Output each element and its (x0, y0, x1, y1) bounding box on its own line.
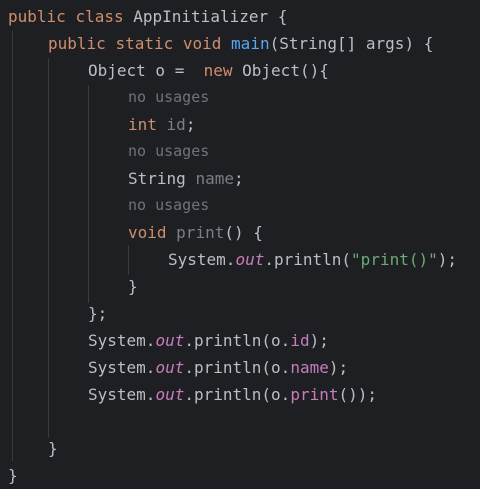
system-ref: System. (88, 358, 156, 377)
keyword: int (128, 115, 157, 134)
indent-guide (48, 58, 49, 438)
keyword: void (128, 223, 167, 242)
brace: }; (88, 304, 108, 323)
keyword: class (75, 7, 124, 26)
usage-hint[interactable]: no usages (128, 84, 209, 111)
indent-guide (128, 245, 129, 275)
code-line-17[interactable]: } (48, 435, 58, 462)
brace: { (277, 7, 288, 26)
type-name: Object (88, 61, 146, 80)
usage-hint[interactable]: no usages (128, 192, 209, 219)
println-call: .println(o. (184, 358, 291, 377)
field-ref: id (290, 331, 310, 350)
constructor: Object(){ (232, 61, 329, 80)
code-line-3[interactable]: Object o = new Object(){ (88, 57, 329, 84)
code-line-13[interactable]: System.out.println(o.id); (88, 327, 329, 354)
code-line-11[interactable]: } (128, 273, 138, 300)
semicolon: ; (233, 169, 244, 188)
semicolon: ; (185, 115, 196, 134)
method-parens: () { (224, 223, 263, 242)
string-literal: "print()" (351, 250, 438, 269)
indent-guide (12, 31, 13, 461)
static-field: out (155, 358, 185, 377)
code-line-7[interactable]: String name; (128, 165, 244, 192)
usage-hint[interactable]: no usages (128, 138, 209, 165)
call-end: ); (328, 358, 349, 377)
class-name: AppInitializer (133, 7, 269, 26)
println-call: .println( (264, 250, 352, 269)
keyword: new (203, 61, 233, 80)
declaration: o = (145, 61, 194, 80)
keyword: static (115, 34, 174, 53)
code-line-12[interactable]: }; (88, 300, 107, 327)
system-ref: System. (88, 331, 156, 350)
call-end: ()); (338, 385, 378, 404)
params: (String[] args) { (269, 34, 434, 53)
system-ref: System. (88, 385, 156, 404)
type-name: String (128, 169, 186, 188)
brace: } (128, 277, 138, 296)
code-line-9[interactable]: void print() { (128, 219, 263, 246)
method-ref: print (290, 385, 339, 404)
static-field: out (155, 331, 185, 350)
method-name: main (231, 34, 270, 53)
println-call: .println(o. (184, 331, 291, 350)
method-name: print (176, 223, 225, 242)
static-field: out (155, 385, 185, 404)
field-ref: name (290, 358, 329, 377)
keyword: void (182, 34, 222, 53)
code-line-2[interactable]: public static void main(String[] args) { (48, 30, 433, 57)
code-line-1[interactable]: public class AppInitializer { (8, 3, 287, 30)
static-field: out (235, 250, 265, 269)
indent-guide (88, 85, 89, 303)
brace: } (8, 466, 18, 485)
field-name: id (166, 115, 186, 134)
println-call: .println(o. (184, 385, 291, 404)
system-ref: System. (168, 250, 236, 269)
call-end: ); (437, 250, 458, 269)
keyword: public (8, 7, 66, 26)
code-line-14[interactable]: System.out.println(o.name); (88, 354, 348, 381)
code-line-18[interactable]: } (8, 462, 18, 489)
keyword: public (48, 34, 106, 53)
field-name: name (195, 169, 234, 188)
code-line-15[interactable]: System.out.println(o.print()); (88, 381, 377, 408)
code-line-5[interactable]: int id; (128, 111, 195, 138)
code-editor[interactable]: public class AppInitializer { public sta… (0, 0, 480, 489)
brace: } (48, 439, 58, 458)
code-line-10[interactable]: System.out.println("print()"); (168, 246, 457, 273)
call-end: ); (309, 331, 329, 350)
